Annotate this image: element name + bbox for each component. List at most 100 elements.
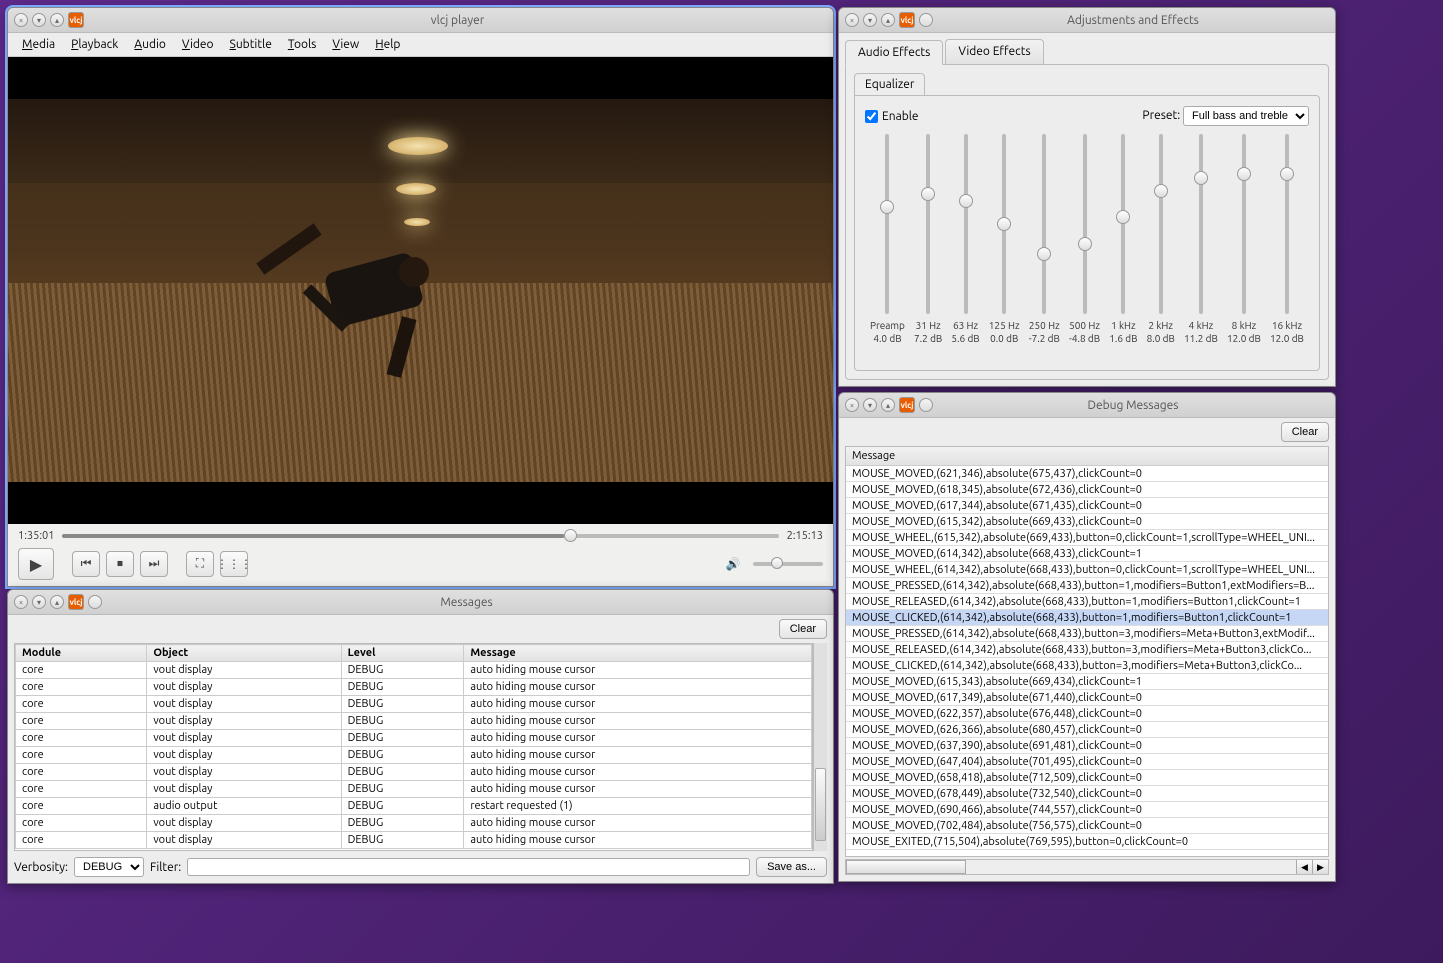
list-item[interactable]: MOUSE_MOVED,(647,404),absolute(701,495),… bbox=[846, 754, 1328, 770]
list-item[interactable]: MOUSE_MOVED,(702,484),absolute(756,575),… bbox=[846, 818, 1328, 834]
eq-thumb[interactable] bbox=[1280, 167, 1294, 181]
debug-list[interactable]: Message MOUSE_MOVED,(621,346),absolute(6… bbox=[845, 446, 1329, 857]
menu-video[interactable]: Video bbox=[176, 36, 220, 53]
tab-equalizer[interactable]: Equalizer bbox=[854, 73, 925, 96]
list-item[interactable]: MOUSE_MOVED,(678,449),absolute(732,540),… bbox=[846, 786, 1328, 802]
messages-titlebar[interactable]: × ▾ ▴ vlcj Messages bbox=[8, 590, 833, 615]
minimize-icon[interactable]: ▾ bbox=[32, 13, 46, 27]
player-titlebar[interactable]: × ▾ ▴ vlcj vlcj player bbox=[8, 8, 833, 33]
table-row[interactable]: corevout displayDEBUGauto hiding mouse c… bbox=[16, 832, 812, 849]
eq-thumb[interactable] bbox=[1078, 237, 1092, 251]
menu-media[interactable]: Media bbox=[16, 36, 61, 53]
verbosity-select[interactable]: DEBUG bbox=[74, 857, 144, 877]
eq-thumb[interactable] bbox=[959, 194, 973, 208]
eq-slider[interactable] bbox=[964, 134, 968, 314]
table-row[interactable]: coreaudio outputDEBUGrestart requested (… bbox=[16, 798, 812, 815]
maximize-icon[interactable]: ▴ bbox=[881, 398, 895, 412]
list-item[interactable]: MOUSE_WHEEL,(615,342),absolute(669,433),… bbox=[846, 530, 1328, 546]
eq-slider[interactable] bbox=[926, 134, 930, 314]
maximize-icon[interactable]: ▴ bbox=[50, 13, 64, 27]
list-item[interactable]: MOUSE_RELEASED,(614,342),absolute(668,43… bbox=[846, 642, 1328, 658]
table-row[interactable]: corevout displayDEBUGauto hiding mouse c… bbox=[16, 713, 812, 730]
list-item[interactable]: MOUSE_MOVED,(690,466),absolute(744,557),… bbox=[846, 802, 1328, 818]
eq-thumb[interactable] bbox=[1116, 210, 1130, 224]
debug-list-header[interactable]: Message bbox=[846, 447, 1328, 466]
eq-thumb[interactable] bbox=[1154, 184, 1168, 198]
volume-thumb[interactable] bbox=[771, 557, 783, 569]
list-item[interactable]: MOUSE_RELEASED,(614,342),absolute(668,43… bbox=[846, 594, 1328, 610]
menu-subtitle[interactable]: Subtitle bbox=[224, 36, 278, 53]
clear-button[interactable]: Clear bbox=[779, 619, 827, 639]
minimize-icon[interactable]: ▾ bbox=[863, 398, 877, 412]
col-module[interactable]: Module bbox=[16, 645, 147, 662]
adjust-titlebar[interactable]: × ▾ ▴ vlcj Adjustments and Effects bbox=[839, 8, 1335, 33]
eq-slider[interactable] bbox=[885, 134, 889, 314]
eq-thumb[interactable] bbox=[880, 200, 894, 214]
table-row[interactable]: corevout displayDEBUGauto hiding mouse c… bbox=[16, 781, 812, 798]
col-message[interactable]: Message bbox=[464, 645, 812, 662]
list-item[interactable]: MOUSE_PRESSED,(614,342),absolute(668,433… bbox=[846, 578, 1328, 594]
table-row[interactable]: corevout displayDEBUGauto hiding mouse c… bbox=[16, 662, 812, 679]
play-button[interactable]: ▶ bbox=[18, 548, 54, 580]
tab-audio-effects[interactable]: Audio Effects bbox=[845, 40, 943, 65]
next-button[interactable]: ⏭ bbox=[140, 551, 168, 577]
eq-slider[interactable] bbox=[1083, 134, 1087, 314]
eq-thumb[interactable] bbox=[1237, 167, 1251, 181]
debug-titlebar[interactable]: × ▾ ▴ vlcj Debug Messages bbox=[839, 393, 1335, 418]
close-icon[interactable]: × bbox=[845, 398, 859, 412]
save-button[interactable]: Save as... bbox=[756, 857, 827, 877]
progress-thumb[interactable] bbox=[564, 529, 577, 542]
speaker-icon[interactable]: 🔊 bbox=[719, 551, 747, 577]
enable-input[interactable] bbox=[865, 110, 878, 123]
list-item[interactable]: MOUSE_WHEEL,(614,342),absolute(668,433),… bbox=[846, 562, 1328, 578]
video-area[interactable] bbox=[8, 57, 833, 524]
preset-select[interactable]: Full bass and treble bbox=[1183, 106, 1309, 126]
list-item[interactable]: MOUSE_CLICKED,(614,342),absolute(668,433… bbox=[846, 610, 1328, 626]
table-row[interactable]: corevout displayDEBUGauto hiding mouse c… bbox=[16, 679, 812, 696]
list-item[interactable]: MOUSE_MOVED,(621,346),absolute(675,437),… bbox=[846, 466, 1328, 482]
minimize-icon[interactable]: ▾ bbox=[863, 13, 877, 27]
close-icon[interactable]: × bbox=[14, 13, 28, 27]
scroll-left-icon[interactable]: ◀ bbox=[1296, 860, 1312, 874]
list-item[interactable]: MOUSE_MOVED,(622,357),absolute(676,448),… bbox=[846, 706, 1328, 722]
menu-help[interactable]: Help bbox=[369, 36, 406, 53]
clear-button[interactable]: Clear bbox=[1281, 422, 1329, 442]
eq-slider[interactable] bbox=[1002, 134, 1006, 314]
eq-thumb[interactable] bbox=[921, 187, 935, 201]
list-item[interactable]: MOUSE_MOVED,(626,366),absolute(680,457),… bbox=[846, 722, 1328, 738]
list-item[interactable]: MOUSE_MOVED,(658,418),absolute(712,509),… bbox=[846, 770, 1328, 786]
volume-slider[interactable] bbox=[753, 562, 823, 566]
list-item[interactable]: MOUSE_EXITED,(715,504),absolute(769,595)… bbox=[846, 834, 1328, 850]
eq-slider[interactable] bbox=[1159, 134, 1163, 314]
list-item[interactable]: MOUSE_MOVED,(615,342),absolute(669,433),… bbox=[846, 514, 1328, 530]
col-object[interactable]: Object bbox=[147, 645, 341, 662]
close-icon[interactable]: × bbox=[845, 13, 859, 27]
list-item[interactable]: MOUSE_MOVED,(617,349),absolute(671,440),… bbox=[846, 690, 1328, 706]
col-level[interactable]: Level bbox=[341, 645, 464, 662]
enable-checkbox[interactable]: Enable bbox=[865, 110, 919, 123]
list-item[interactable]: MOUSE_MOVED,(637,390),absolute(691,481),… bbox=[846, 738, 1328, 754]
list-item[interactable]: MOUSE_MOVED,(615,343),absolute(669,434),… bbox=[846, 674, 1328, 690]
stop-button[interactable]: ⏹ bbox=[106, 551, 134, 577]
menu-view[interactable]: View bbox=[326, 36, 365, 53]
maximize-icon[interactable]: ▴ bbox=[881, 13, 895, 27]
list-item[interactable]: MOUSE_PRESSED,(614,342),absolute(668,433… bbox=[846, 626, 1328, 642]
eq-thumb[interactable] bbox=[1037, 247, 1051, 261]
messages-table[interactable]: ModuleObjectLevelMessage corevout displa… bbox=[14, 643, 813, 851]
table-row[interactable]: corevout displayDEBUGauto hiding mouse c… bbox=[16, 696, 812, 713]
close-icon[interactable]: × bbox=[14, 595, 28, 609]
eq-slider[interactable] bbox=[1042, 134, 1046, 314]
eq-thumb[interactable] bbox=[1194, 171, 1208, 185]
prev-button[interactable]: ⏮ bbox=[72, 551, 100, 577]
table-row[interactable]: corevout displayDEBUGauto hiding mouse c… bbox=[16, 764, 812, 781]
debug-hscrollbar[interactable]: ◀ ▶ bbox=[845, 859, 1329, 875]
maximize-icon[interactable]: ▴ bbox=[50, 595, 64, 609]
fullscreen-button[interactable]: ⛶ bbox=[186, 551, 214, 577]
table-row[interactable]: corevout displayDEBUGauto hiding mouse c… bbox=[16, 730, 812, 747]
messages-scrollbar[interactable] bbox=[813, 643, 827, 851]
tab-video-effects[interactable]: Video Effects bbox=[945, 39, 1043, 64]
table-row[interactable]: corevout displayDEBUGauto hiding mouse c… bbox=[16, 747, 812, 764]
eq-thumb[interactable] bbox=[997, 217, 1011, 231]
menu-audio[interactable]: Audio bbox=[128, 36, 172, 53]
menu-playback[interactable]: Playback bbox=[65, 36, 124, 53]
